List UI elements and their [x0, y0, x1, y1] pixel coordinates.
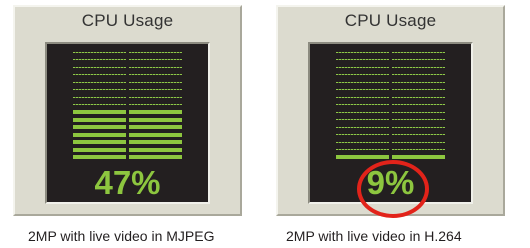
- meter-segment-dim: [392, 149, 445, 150]
- meter-column: [392, 50, 445, 163]
- meter-segment-dim: [392, 59, 445, 60]
- meter-segment-dim: [336, 119, 389, 120]
- meter-column: [73, 50, 126, 163]
- panel-title: CPU Usage: [344, 11, 437, 30]
- meter-segment-dim: [392, 141, 445, 143]
- meter-segment-lit: [73, 155, 126, 159]
- caption-mjpeg: 2MP with live video in MJPEG: [28, 228, 215, 244]
- meter-segment-dim: [336, 66, 389, 68]
- meter-segment-dim: [129, 89, 182, 90]
- cpu-meter-bars: [310, 50, 471, 163]
- meter-segment-dim: [129, 74, 182, 75]
- meter-segment-dim: [336, 149, 389, 150]
- meter-segment-dim: [392, 51, 445, 53]
- meter-segment-dim: [73, 74, 126, 75]
- caption-h264: 2MP with live video in H.264: [286, 228, 462, 244]
- meter-column: [129, 50, 182, 163]
- meter-segment-dim: [129, 51, 182, 53]
- meter-segment-lit: [129, 125, 182, 129]
- meter-segment-dim: [336, 141, 389, 143]
- meter-segment-dim: [129, 96, 182, 98]
- meter-segment-dim: [392, 89, 445, 90]
- highlight-circle: [357, 160, 429, 218]
- meter-segment-lit: [392, 155, 445, 159]
- cpu-usage-panel-mjpeg: CPU Usage 47%: [13, 5, 242, 216]
- cpu-meter-bars: [47, 50, 208, 163]
- meter-segment-dim: [392, 119, 445, 120]
- meter-segment-dim: [392, 126, 445, 128]
- meter-segment-lit: [129, 117, 182, 122]
- meter-segment-lit: [73, 117, 126, 122]
- meter-segment-lit: [73, 147, 126, 152]
- meter-segment-dim: [336, 74, 389, 75]
- cpu-usage-panel-h264: CPU Usage 9%: [276, 5, 505, 218]
- meter-segment-lit: [129, 110, 182, 114]
- cpu-meter-display: 9%: [308, 42, 473, 218]
- meter-segment-dim: [392, 104, 445, 105]
- meter-segment-lit: [129, 147, 182, 152]
- meter-segment-dim: [392, 134, 445, 135]
- meter-segment-lit: [73, 110, 126, 114]
- meter-segment-dim: [73, 66, 126, 68]
- cpu-meter-display: 47%: [45, 42, 210, 204]
- meter-segment-lit: [73, 132, 126, 137]
- meter-segment-lit: [129, 132, 182, 137]
- meter-segment-dim: [73, 51, 126, 53]
- meter-segment-dim: [129, 59, 182, 60]
- meter-segment-lit: [73, 125, 126, 129]
- meter-segment-dim: [392, 74, 445, 75]
- meter-segment-dim: [73, 96, 126, 98]
- meter-segment-dim: [336, 111, 389, 113]
- meter-column: [336, 50, 389, 163]
- cpu-usage-percent: 47%: [94, 164, 161, 201]
- meter-segment-dim: [392, 96, 445, 98]
- meter-segment-dim: [336, 81, 389, 83]
- meter-segment-dim: [392, 66, 445, 68]
- meter-segment-lit: [336, 155, 389, 159]
- meter-segment-dim: [129, 81, 182, 83]
- meter-segment-dim: [392, 81, 445, 83]
- meter-segment-dim: [73, 59, 126, 60]
- meter-segment-dim: [129, 104, 182, 105]
- meter-segment-dim: [336, 59, 389, 60]
- meter-segment-dim: [129, 66, 182, 68]
- meter-segment-dim: [336, 96, 389, 98]
- meter-segment-lit: [129, 155, 182, 159]
- meter-segment-dim: [336, 126, 389, 128]
- meter-segment-dim: [336, 104, 389, 105]
- panel-title: CPU Usage: [81, 11, 174, 30]
- meter-segment-dim: [73, 104, 126, 105]
- meter-segment-dim: [336, 89, 389, 90]
- meter-segment-lit: [73, 140, 126, 144]
- meter-segment-dim: [73, 81, 126, 83]
- meter-segment-dim: [336, 51, 389, 53]
- meter-segment-dim: [392, 111, 445, 113]
- meter-segment-dim: [73, 89, 126, 90]
- meter-segment-lit: [129, 140, 182, 144]
- meter-segment-dim: [336, 134, 389, 135]
